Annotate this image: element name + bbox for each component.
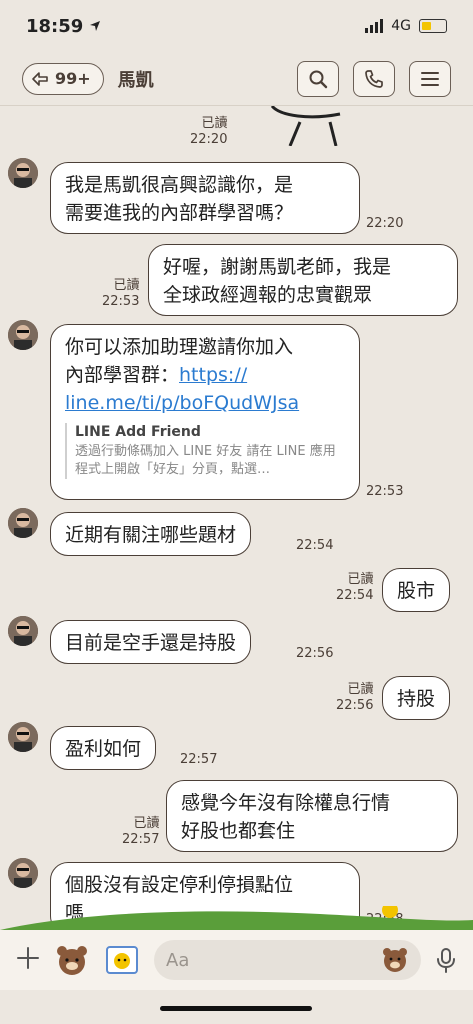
avatar[interactable] <box>8 858 38 888</box>
link-preview[interactable]: LINE Add Friend 透過行動條碼加入 LINE 好友 請在 LINE… <box>65 423 345 479</box>
message-bubble[interactable]: 持股 <box>382 676 451 720</box>
message-text: 盈利如何 <box>65 738 142 760</box>
message-text: 目前是空手還是持股 <box>65 632 237 654</box>
message-text: 我是馬凱很高興認識你，是 <box>65 174 294 196</box>
read-receipt: 已讀 <box>347 572 374 587</box>
invite-link[interactable]: line.me/ti/p/boFQudWJsa <box>65 389 345 417</box>
message-meta: 已讀 22:57 <box>122 816 159 848</box>
avatar[interactable] <box>8 320 38 350</box>
sticker-image <box>270 106 341 146</box>
message-text: 內部學習群： <box>65 364 180 386</box>
chat-header: 99+ 馬凱 <box>0 52 473 106</box>
avatar-photo-icon <box>8 722 38 752</box>
message-input-bar: Aa <box>0 930 473 990</box>
message-text: 感覺今年沒有除權息行情 <box>181 792 391 814</box>
message-bubble[interactable]: 盈利如何 <box>50 726 157 770</box>
battery-icon <box>419 19 447 33</box>
message-meta: 已讀 22:56 <box>336 682 373 714</box>
message-text: 持股 <box>397 688 436 710</box>
status-time: 18:59 <box>26 15 84 37</box>
network-label: 4G <box>391 18 411 34</box>
avatar-photo-icon <box>8 508 38 538</box>
status-bar: 18:59 4G <box>0 0 473 52</box>
message-time: 22:53 <box>366 484 404 499</box>
avatar[interactable] <box>8 722 38 752</box>
avatar-photo-icon <box>8 320 38 350</box>
message-meta: 已讀 22:53 <box>102 278 139 310</box>
menu-button[interactable] <box>409 60 451 97</box>
link-preview-text: 透過行動條碼加入 LINE 好友 請在 LINE 應用程式上開啟「好友」分頁，點… <box>75 444 336 477</box>
call-button[interactable] <box>353 60 395 97</box>
link-preview-title: LINE Add Friend <box>75 424 201 440</box>
message-input-placeholder: Aa <box>166 949 190 971</box>
message-text: 好喔，謝謝馬凱老師，我是 <box>163 256 392 278</box>
avatar-photo-icon <box>8 858 38 888</box>
message-bubble[interactable]: 目前是空手還是持股 <box>50 620 252 664</box>
home-indicator <box>160 1006 312 1011</box>
message-time: 22:20 <box>190 132 228 147</box>
theme-decoration <box>0 906 473 930</box>
signal-icon <box>365 19 384 33</box>
message-bubble[interactable]: 好喔，謝謝馬凱老師，我是 全球政經週報的忠實觀眾 <box>148 244 458 316</box>
message-time: 22:54 <box>296 538 334 553</box>
read-receipt: 已讀 <box>133 816 160 831</box>
message-text: 全球政經週報的忠實觀眾 <box>163 284 373 306</box>
message-time: 22:57 <box>122 832 160 847</box>
back-button[interactable]: 99+ <box>22 62 104 95</box>
message-meta: 已讀 22:54 <box>336 572 373 604</box>
message-bubble[interactable]: 你可以添加助理邀請你加入 內部學習群：https:// line.me/ti/p… <box>50 324 360 500</box>
avatar[interactable] <box>8 158 38 188</box>
message-time: 22:57 <box>180 752 218 767</box>
message-text: 你可以添加助理邀請你加入 <box>65 336 294 358</box>
avatar-photo-icon <box>8 616 38 646</box>
avatar[interactable] <box>8 616 38 646</box>
microphone-icon[interactable] <box>435 947 457 973</box>
message-bubble[interactable]: 我是馬凱很高興認識你，是 需要進我的內部群學習嗎？ <box>50 162 360 234</box>
message-time: 22:20 <box>366 216 404 231</box>
menu-icon <box>421 71 439 86</box>
message-time: 22:56 <box>296 646 334 661</box>
message-bubble[interactable]: 感覺今年沒有除權息行情 好股也都套住 <box>166 780 458 852</box>
emoji-sticker-icon[interactable] <box>381 946 409 974</box>
message-text: 好股也都套住 <box>181 820 296 842</box>
read-receipt: 已讀 <box>347 682 374 697</box>
photo-button-icon[interactable] <box>104 942 140 978</box>
message-text: 個股沒有設定停利停損點位 <box>65 874 294 896</box>
message-bubble[interactable]: 股市 <box>382 568 451 612</box>
invite-link[interactable]: https:// <box>179 364 247 386</box>
message-time: 22:53 <box>102 294 140 309</box>
message-input[interactable]: Aa <box>154 940 421 980</box>
back-arrow-icon <box>32 71 48 86</box>
message-text: 需要進我的內部群學習嗎？ <box>65 202 294 224</box>
avatar-photo-icon <box>8 158 38 188</box>
message-text: 近期有關注哪些題材 <box>65 524 237 546</box>
search-icon <box>309 70 328 88</box>
location-arrow-icon <box>90 21 101 31</box>
message-time: 22:56 <box>336 698 374 713</box>
search-button[interactable] <box>297 60 339 97</box>
add-button[interactable] <box>16 944 40 977</box>
read-receipt: 已讀 <box>113 278 140 293</box>
read-receipt: 已讀 <box>201 116 228 131</box>
unread-count: 99+ <box>55 69 91 88</box>
phone-icon <box>365 69 383 88</box>
message-time: 22:54 <box>336 588 374 603</box>
sticker-button-icon[interactable] <box>54 942 90 978</box>
plus-icon <box>17 946 39 969</box>
message-text: 股市 <box>397 580 436 602</box>
avatar[interactable] <box>8 508 38 538</box>
chat-area[interactable]: 已讀 22:20 我是馬凱很高興認識你，是 需要進我的內部群學習嗎？ 22:20… <box>0 106 473 926</box>
message-bubble[interactable]: 近期有關注哪些題材 <box>50 512 252 556</box>
message-meta: 已讀 22:20 <box>190 116 227 148</box>
chat-title: 馬凱 <box>117 69 154 91</box>
